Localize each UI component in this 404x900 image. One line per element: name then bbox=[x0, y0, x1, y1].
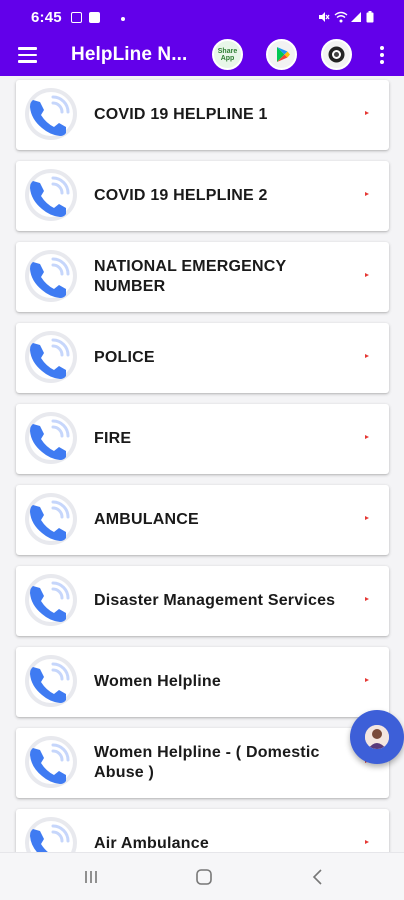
helpline-card-women[interactable]: Women Helpline bbox=[16, 647, 389, 717]
helpline-card-fire[interactable]: FIRE bbox=[16, 404, 389, 474]
phone-call-icon bbox=[25, 412, 77, 464]
helpline-list[interactable]: COVID 19 HELPLINE 1 COVID 19 HELPLINE 2 bbox=[0, 76, 404, 852]
phone-call-icon bbox=[25, 655, 77, 707]
chevron-right-icon bbox=[365, 840, 369, 844]
status-bar: 6:45 bbox=[0, 0, 404, 34]
helpline-card-ambulance[interactable]: AMBULANCE bbox=[16, 485, 389, 555]
chevron-right-icon bbox=[365, 597, 369, 601]
avatar-icon bbox=[365, 725, 389, 749]
status-time: 6:45 bbox=[31, 9, 62, 26]
helpline-card-disaster-management[interactable]: Disaster Management Services bbox=[16, 566, 389, 636]
helpline-label: COVID 19 HELPLINE 2 bbox=[94, 187, 268, 204]
avatar-face-icon bbox=[365, 725, 389, 749]
signal-icon bbox=[351, 12, 361, 22]
hamburger-menu-icon[interactable] bbox=[16, 43, 40, 67]
helpline-label: Women Helpline - ( Domestic Abuse ) bbox=[94, 744, 320, 781]
helpline-card-covid-19-1[interactable]: COVID 19 HELPLINE 1 bbox=[16, 80, 389, 150]
helpline-label: COVID 19 HELPLINE 1 bbox=[94, 106, 268, 123]
share-app-icon: Share App bbox=[218, 48, 237, 62]
recents-icon[interactable] bbox=[79, 865, 103, 889]
mute-icon bbox=[319, 12, 330, 22]
chevron-right-icon bbox=[365, 354, 369, 358]
helpline-card-women-domestic-abuse[interactable]: Women Helpline - ( Domestic Abuse ) bbox=[16, 728, 389, 798]
home-icon[interactable] bbox=[192, 865, 216, 889]
phone-call-icon bbox=[25, 574, 77, 626]
chevron-right-icon bbox=[365, 678, 369, 682]
wifi-icon bbox=[334, 11, 348, 23]
helpline-card-air-ambulance[interactable]: Air Ambulance bbox=[16, 809, 389, 852]
phone-call-icon bbox=[25, 817, 77, 852]
chevron-right-icon bbox=[365, 273, 369, 277]
app-title: HelpLine N... bbox=[71, 44, 188, 65]
notification-image-icon bbox=[71, 12, 82, 23]
phone-screen: 6:45 HelpLine N... Share App COVID 19 HE… bbox=[0, 0, 404, 900]
camera-button[interactable] bbox=[321, 39, 352, 70]
chevron-right-icon bbox=[365, 111, 369, 115]
share-app-label-1: Share bbox=[217, 47, 238, 55]
camera-icon bbox=[328, 46, 345, 63]
phone-call-icon bbox=[25, 331, 77, 383]
helpline-label: Air Ambulance bbox=[94, 835, 209, 852]
system-nav-bar bbox=[0, 852, 404, 900]
play-store-button[interactable] bbox=[266, 39, 297, 70]
helpline-label: NATIONAL EMERGENCY NUMBER bbox=[94, 258, 287, 295]
phone-call-icon bbox=[25, 493, 77, 545]
back-icon[interactable] bbox=[306, 865, 330, 889]
notification-dot-icon bbox=[121, 17, 125, 21]
phone-call-icon bbox=[25, 736, 77, 788]
helpline-label: POLICE bbox=[94, 349, 155, 366]
helpline-label: Disaster Management Services bbox=[94, 592, 336, 609]
helpline-label: Women Helpline bbox=[94, 673, 221, 690]
play-store-icon bbox=[277, 47, 290, 62]
helpline-label: FIRE bbox=[94, 430, 132, 447]
share-app-label-2: App bbox=[220, 54, 235, 62]
chevron-right-icon bbox=[365, 435, 369, 439]
more-vert-icon[interactable] bbox=[375, 43, 389, 67]
floating-action-button[interactable] bbox=[350, 710, 404, 764]
app-bar: HelpLine N... Share App bbox=[0, 34, 404, 76]
helpline-card-national-emergency[interactable]: NATIONAL EMERGENCY NUMBER bbox=[16, 242, 389, 312]
helpline-card-covid-19-2[interactable]: COVID 19 HELPLINE 2 bbox=[16, 161, 389, 231]
phone-call-icon bbox=[25, 250, 77, 302]
share-app-button[interactable]: Share App bbox=[212, 39, 243, 70]
helpline-label: AMBULANCE bbox=[94, 511, 199, 528]
phone-call-icon bbox=[25, 169, 77, 221]
notification-gallery-icon bbox=[89, 12, 100, 23]
battery-icon bbox=[366, 11, 374, 23]
chevron-right-icon bbox=[365, 192, 369, 196]
phone-call-icon bbox=[25, 88, 77, 140]
helpline-card-police[interactable]: POLICE bbox=[16, 323, 389, 393]
chevron-right-icon bbox=[365, 516, 369, 520]
